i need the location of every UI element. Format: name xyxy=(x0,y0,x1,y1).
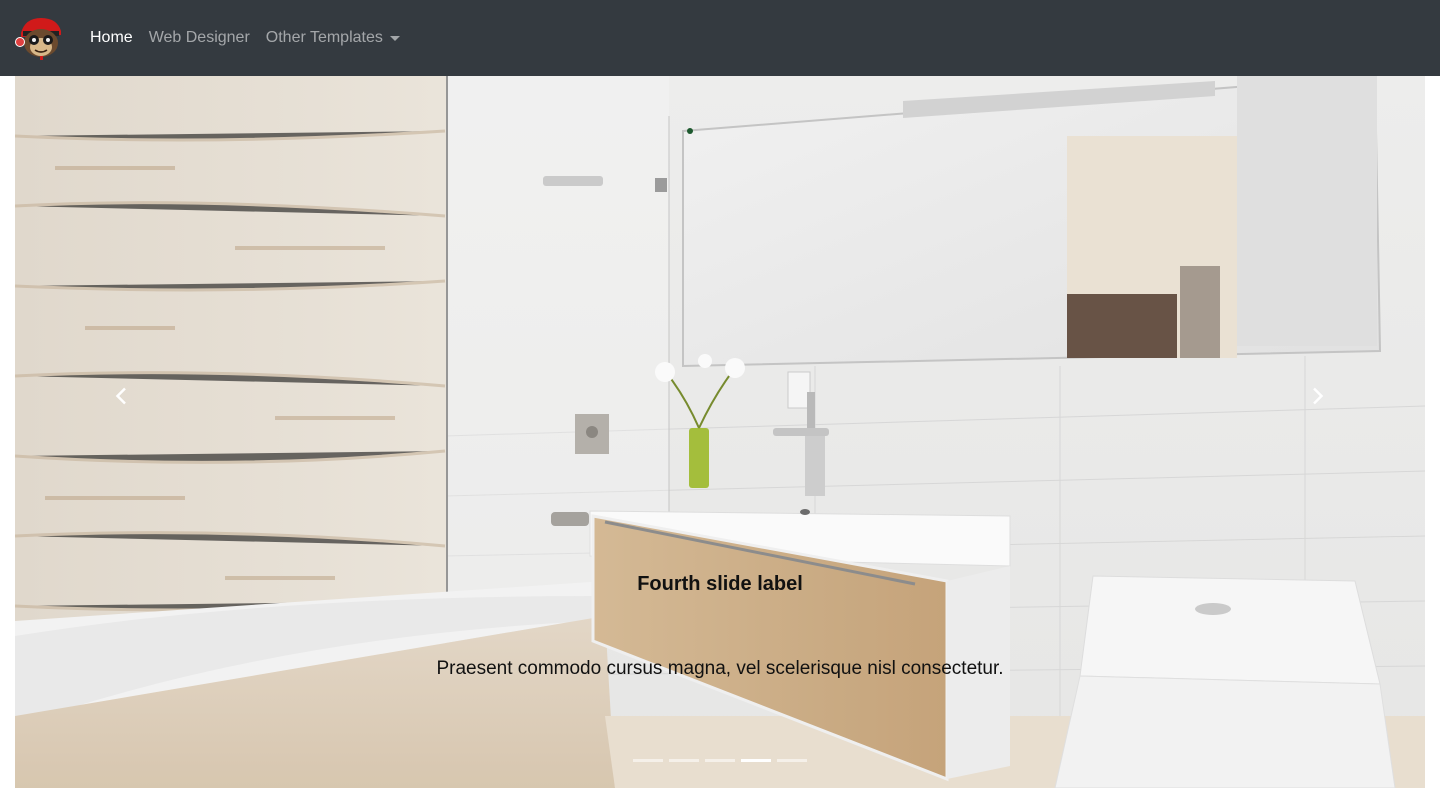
carousel-indicator-4[interactable] xyxy=(741,759,771,762)
carousel-prev-button[interactable] xyxy=(90,366,150,426)
carousel-indicator-5[interactable] xyxy=(777,759,807,762)
hero-carousel: Fourth slide label Praesent commodo curs… xyxy=(15,76,1425,788)
slide-caption-text: Praesent commodo cursus magna, vel scele… xyxy=(436,658,1004,679)
top-navbar: Home Web Designer Other Templates xyxy=(0,0,1440,76)
nav-dropdown-other-templates[interactable]: Other Templates xyxy=(266,28,400,48)
carousel-indicator-2[interactable] xyxy=(669,759,699,762)
carousel-indicators xyxy=(15,758,1425,764)
slide-image-bathroom xyxy=(15,76,1425,788)
brand-logo-icon[interactable] xyxy=(15,15,65,61)
chevron-right-icon xyxy=(1313,387,1324,405)
nav-link-home[interactable]: Home xyxy=(90,28,133,48)
caret-down-icon xyxy=(389,35,400,41)
carousel-indicator-1[interactable] xyxy=(633,759,663,762)
carousel-next-button[interactable] xyxy=(1289,366,1349,426)
nav-link-web-designer[interactable]: Web Designer xyxy=(149,28,250,48)
carousel-indicator-3[interactable] xyxy=(705,759,735,762)
slide-caption-title: Fourth slide label xyxy=(637,573,803,595)
chevron-left-icon xyxy=(115,387,126,405)
nav-dropdown-label: Other Templates xyxy=(265,29,383,46)
